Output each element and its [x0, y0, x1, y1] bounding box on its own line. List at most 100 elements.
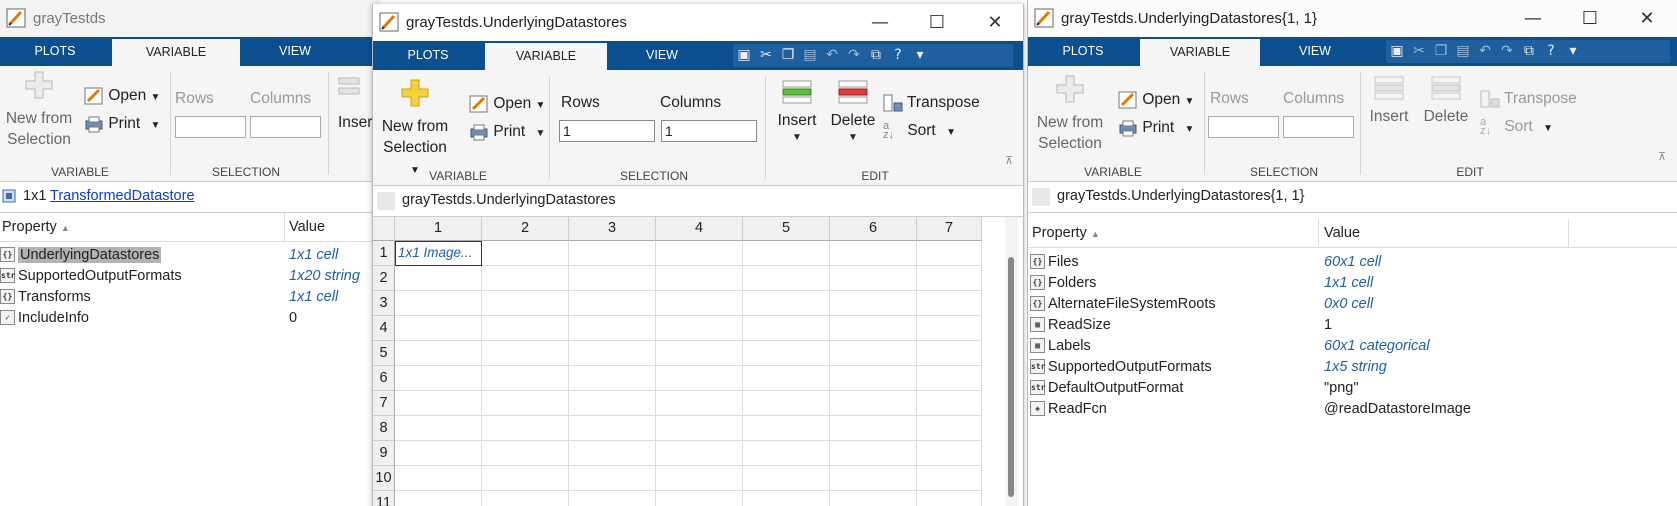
- grid-cell[interactable]: [830, 416, 917, 441]
- minimize-icon[interactable]: —: [869, 12, 891, 34]
- copy-icon[interactable]: ❐: [1430, 40, 1452, 63]
- grid-cell[interactable]: [917, 366, 982, 391]
- grid-cell[interactable]: [917, 466, 982, 491]
- grid-cell[interactable]: [656, 441, 743, 466]
- grid-cell[interactable]: [743, 491, 830, 506]
- grid-cell[interactable]: [917, 316, 982, 341]
- switch-windows-icon[interactable]: ⧉: [865, 44, 887, 67]
- sort-button[interactable]: a z↓ Sort ▼: [1480, 117, 1553, 137]
- tab-plots[interactable]: PLOTS: [373, 41, 483, 70]
- save-icon[interactable]: ▣: [1386, 40, 1408, 63]
- property-row[interactable]: str DefaultOutputFormat "png": [1028, 378, 1677, 399]
- property-value[interactable]: 1x1 cell: [1324, 275, 1373, 291]
- column-header[interactable]: 3: [569, 217, 656, 241]
- row-header[interactable]: 10: [373, 466, 395, 491]
- grid-cell[interactable]: [917, 241, 982, 266]
- property-value[interactable]: 1x1 cell: [289, 289, 338, 305]
- new-from-selection-button[interactable]: New from Selection ▼: [377, 78, 453, 181]
- row-header[interactable]: 1: [373, 241, 395, 266]
- maximize-icon[interactable]: ☐: [926, 12, 948, 34]
- columns-field[interactable]: [250, 116, 321, 138]
- grid-cell[interactable]: [569, 466, 656, 491]
- switch-windows-icon[interactable]: ⧉: [1518, 40, 1540, 63]
- property-row[interactable]: {} UnderlyingDatastores 1x1 cell: [0, 245, 380, 266]
- grid-cell[interactable]: [743, 466, 830, 491]
- grid-cell[interactable]: [395, 316, 482, 341]
- row-header[interactable]: 4: [373, 316, 395, 341]
- grid-cell[interactable]: [569, 291, 656, 316]
- tab-variable[interactable]: VARIABLE: [112, 39, 240, 66]
- paste-icon[interactable]: ▤: [799, 44, 821, 67]
- grid-cell[interactable]: [656, 341, 743, 366]
- grid-cell[interactable]: [482, 491, 569, 506]
- grid-cell[interactable]: [830, 491, 917, 506]
- value-column-header[interactable]: Value: [1324, 225, 1360, 241]
- grid-cell[interactable]: [917, 341, 982, 366]
- grid-cell[interactable]: [830, 441, 917, 466]
- cut-icon[interactable]: ✂: [755, 44, 777, 67]
- property-row[interactable]: {} AlternateFileSystemRoots 0x0 cell: [1028, 294, 1677, 315]
- grid-cell[interactable]: [656, 241, 743, 266]
- grid-cell[interactable]: [656, 466, 743, 491]
- grid-cell[interactable]: [830, 291, 917, 316]
- property-value[interactable]: 0x0 cell: [1324, 296, 1373, 312]
- insert-button[interactable]: Insert ▼: [773, 80, 821, 143]
- grid-cell[interactable]: [482, 416, 569, 441]
- tab-variable[interactable]: VARIABLE: [485, 43, 607, 70]
- property-row[interactable]: str SupportedOutputFormats 1x5 string: [1028, 357, 1677, 378]
- column-header[interactable]: 5: [743, 217, 830, 241]
- close-icon[interactable]: ✕: [1636, 8, 1658, 30]
- grid-cell[interactable]: [656, 416, 743, 441]
- grid-cell[interactable]: [917, 391, 982, 416]
- save-icon[interactable]: ▣: [733, 44, 755, 67]
- minimize-icon[interactable]: —: [1522, 8, 1544, 30]
- grid-cell[interactable]: [569, 316, 656, 341]
- row-header[interactable]: 9: [373, 441, 395, 466]
- column-header[interactable]: 1: [395, 217, 482, 241]
- property-row[interactable]: ✓ IncludeInfo 0: [0, 308, 380, 329]
- property-column-header[interactable]: Property ▲: [1032, 225, 1100, 241]
- close-icon[interactable]: ✕: [984, 12, 1006, 34]
- grid-cell[interactable]: [482, 341, 569, 366]
- grid-cell[interactable]: [917, 491, 982, 506]
- grid-cell[interactable]: [482, 291, 569, 316]
- grid-cell[interactable]: [482, 391, 569, 416]
- grid-cell[interactable]: [569, 366, 656, 391]
- copy-icon[interactable]: ❐: [777, 44, 799, 67]
- class-link[interactable]: TransformedDatastore: [50, 188, 195, 204]
- open-button[interactable]: Open ▼: [84, 86, 160, 106]
- property-row[interactable]: {} Files 60x1 cell: [1028, 252, 1677, 273]
- open-button[interactable]: Open ▼: [1118, 90, 1194, 110]
- grid-cell[interactable]: [482, 466, 569, 491]
- column-header[interactable]: 2: [482, 217, 569, 241]
- redo-icon[interactable]: ↷: [843, 44, 865, 67]
- grid-cell[interactable]: [830, 341, 917, 366]
- help-icon[interactable]: ?: [1540, 40, 1562, 63]
- rows-field[interactable]: [1208, 116, 1279, 138]
- tab-view[interactable]: VIEW: [607, 41, 717, 70]
- column-header[interactable]: 7: [917, 217, 982, 241]
- grid-cell[interactable]: [656, 291, 743, 316]
- row-header[interactable]: 6: [373, 366, 395, 391]
- property-row[interactable]: {} Transforms 1x1 cell: [0, 287, 380, 308]
- insert-button[interactable]: Insert: [1364, 76, 1414, 126]
- grid-cell[interactable]: [743, 241, 830, 266]
- property-value[interactable]: 60x1 categorical: [1324, 338, 1430, 354]
- grid-cell[interactable]: [830, 241, 917, 266]
- column-header[interactable]: 4: [656, 217, 743, 241]
- grid-cell[interactable]: [395, 341, 482, 366]
- grid-cell[interactable]: [482, 241, 569, 266]
- property-value[interactable]: 60x1 cell: [1324, 254, 1381, 270]
- tab-variable[interactable]: VARIABLE: [1140, 39, 1260, 66]
- grid-cell[interactable]: [395, 466, 482, 491]
- toolbar-options-icon[interactable]: ▾: [909, 44, 931, 67]
- grid-cell[interactable]: [569, 391, 656, 416]
- grid-cell[interactable]: [743, 416, 830, 441]
- value-column-header[interactable]: Value: [289, 219, 325, 235]
- grid-cell[interactable]: [395, 416, 482, 441]
- grid-cell[interactable]: [656, 316, 743, 341]
- collapse-ribbon-icon[interactable]: ⊼: [1658, 150, 1666, 163]
- grid-cell[interactable]: [569, 416, 656, 441]
- grid-cell[interactable]: [743, 441, 830, 466]
- property-column-header[interactable]: Property ▲: [2, 219, 70, 235]
